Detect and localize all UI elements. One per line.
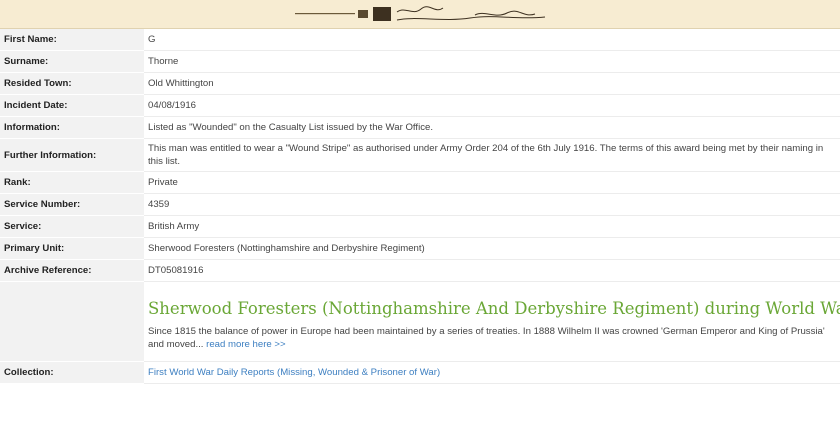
row-information: Information: Listed as "Wounded" on the …: [0, 116, 840, 139]
incident-date-label: Incident Date:: [0, 94, 144, 117]
incident-date-value: 04/08/1916: [144, 94, 840, 117]
rank-value: Private: [144, 171, 840, 194]
first-name-label: First Name:: [0, 29, 144, 51]
archive-reference-label: Archive Reference:: [0, 259, 144, 282]
row-resided-town: Resided Town: Old Whittington: [0, 72, 840, 95]
resided-town-value: Old Whittington: [144, 72, 840, 95]
further-information-label: Further Information:: [0, 138, 144, 172]
row-unit-feature: Sherwood Foresters (Nottinghamshire And …: [0, 281, 840, 362]
row-archive-reference: Archive Reference: DT05081916: [0, 259, 840, 282]
first-name-value: G: [144, 29, 840, 51]
further-information-value: This man was entitled to wear a "Wound S…: [144, 138, 840, 172]
row-further-information: Further Information: This man was entitl…: [0, 138, 840, 172]
rank-label: Rank:: [0, 171, 144, 194]
surname-value: Thorne: [144, 50, 840, 73]
surname-label: Surname:: [0, 50, 144, 73]
handwritten-signature-image: [295, 6, 546, 21]
row-rank: Rank: Private: [0, 171, 840, 194]
document-banner: [0, 0, 840, 29]
collection-label: Collection:: [0, 361, 144, 384]
archive-reference-value: DT05081916: [144, 259, 840, 282]
feature-label-cell: [0, 281, 144, 362]
record-table: First Name: G Surname: Thorne Resided To…: [0, 29, 840, 384]
information-value: Listed as "Wounded" on the Casualty List…: [144, 116, 840, 139]
row-first-name: First Name: G: [0, 29, 840, 51]
row-primary-unit: Primary Unit: Sherwood Foresters (Nottin…: [0, 237, 840, 260]
service-number-value: 4359: [144, 193, 840, 216]
unit-feature: Sherwood Foresters (Nottinghamshire And …: [144, 281, 840, 362]
service-label: Service:: [0, 215, 144, 238]
read-more-link[interactable]: read more here >>: [206, 339, 285, 350]
primary-unit-label: Primary Unit:: [0, 237, 144, 260]
primary-unit-value: Sherwood Foresters (Nottinghamshire and …: [144, 237, 840, 260]
row-service: Service: British Army: [0, 215, 840, 238]
row-collection: Collection: First World War Daily Report…: [0, 361, 840, 384]
service-number-label: Service Number:: [0, 193, 144, 216]
resided-town-label: Resided Town:: [0, 72, 144, 95]
row-service-number: Service Number: 4359: [0, 193, 840, 216]
collection-link[interactable]: First World War Daily Reports (Missing, …: [148, 367, 440, 378]
collection-cell: First World War Daily Reports (Missing, …: [144, 361, 840, 384]
feature-title-link[interactable]: Sherwood Foresters (Nottinghamshire And …: [148, 293, 840, 318]
row-surname: Surname: Thorne: [0, 50, 840, 73]
row-incident-date: Incident Date: 04/08/1916: [0, 94, 840, 117]
information-label: Information:: [0, 116, 144, 139]
feature-text: Since 1815 the balance of power in Europ…: [148, 325, 834, 351]
service-value: British Army: [144, 215, 840, 238]
